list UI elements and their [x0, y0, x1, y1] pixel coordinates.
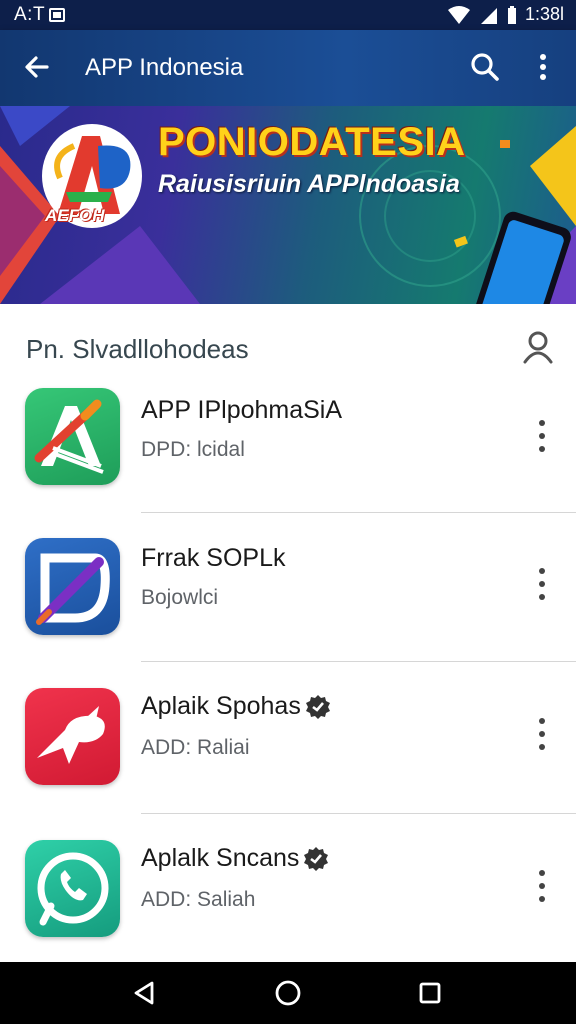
bird-app-icon[interactable] [25, 688, 120, 785]
more-vert-icon[interactable] [528, 866, 556, 906]
more-vert-icon[interactable] [528, 564, 556, 604]
app-subtitle: Bojowlci [141, 586, 219, 609]
status-time-right: 1:38l [524, 4, 564, 24]
app-name-text: Frrak SOPLk [141, 544, 286, 572]
app-subtitle: ADD: Raliai [141, 736, 250, 759]
wifi-icon [447, 5, 470, 24]
back-triangle-icon[interactable] [130, 979, 158, 1007]
section-header: Pn. Slvadllohodeas [0, 322, 576, 378]
app-name: Aplaik Spohas [141, 692, 331, 721]
more-vert-icon[interactable] [528, 416, 556, 456]
divider [141, 813, 576, 814]
app-subtitle: ADD: Saliah [141, 888, 256, 911]
status-bar: A:T 1:38l [0, 0, 576, 30]
verified-badge-icon [305, 694, 330, 719]
divider [141, 512, 576, 513]
pen-ruler-app-icon[interactable] [25, 388, 120, 485]
promo-banner[interactable]: PONIODATESIA Raiusisriuin APPlndoasia AE… [0, 106, 576, 304]
app-name-text: APP IPlpohmaSiA [141, 396, 343, 424]
status-right: 1:38l [447, 4, 564, 25]
app-name: APP IPlpohmaSiA [141, 396, 342, 425]
banner-subtitle: Raiusisriuin APPlndoasia [158, 170, 460, 198]
app-name: Aplalk Sncans [141, 844, 329, 873]
verified-badge-icon [304, 846, 329, 871]
banner-logo-text: AEFOH [45, 206, 105, 225]
app-subtitle: DPD: lcidal [141, 438, 245, 461]
list-item[interactable]: Aplaik Spohas ADD: Raliai [0, 678, 576, 828]
list-item[interactable]: APP IPlpohmaSiA DPD: lcidal [0, 378, 576, 528]
notification-icon [49, 8, 66, 22]
banner-headline: PONIODATESIA [158, 120, 466, 164]
phone-app-icon[interactable] [25, 840, 120, 937]
app-bar-title: APP Indonesia [85, 54, 244, 81]
home-circle-icon[interactable] [274, 979, 302, 1007]
list-item[interactable]: Aplalk Sncans ADD: Saliah [0, 830, 576, 980]
status-left: A:T [14, 4, 66, 26]
list-item[interactable]: Frrak SOPLk Bojowlci [0, 528, 576, 678]
recents-square-icon[interactable] [416, 979, 444, 1007]
brush-app-icon[interactable] [25, 538, 120, 635]
app-name: Frrak SOPLk [141, 544, 285, 573]
section-title: Pn. Slvadllohodeas [26, 334, 249, 364]
more-vert-icon[interactable] [528, 50, 558, 84]
system-nav-bar [0, 962, 576, 1024]
more-vert-icon[interactable] [528, 714, 556, 754]
signal-icon [480, 7, 497, 24]
divider [141, 661, 576, 662]
app-name-text: Aplaik Spohas [141, 692, 301, 720]
status-time-left: A:T [14, 4, 46, 25]
search-icon[interactable] [468, 50, 502, 84]
app-name-text: Aplalk Sncans [141, 844, 300, 872]
app-bar: APP Indonesia [0, 30, 576, 106]
user-icon[interactable] [522, 330, 554, 364]
back-arrow-icon[interactable] [20, 50, 54, 84]
battery-icon [507, 5, 516, 24]
